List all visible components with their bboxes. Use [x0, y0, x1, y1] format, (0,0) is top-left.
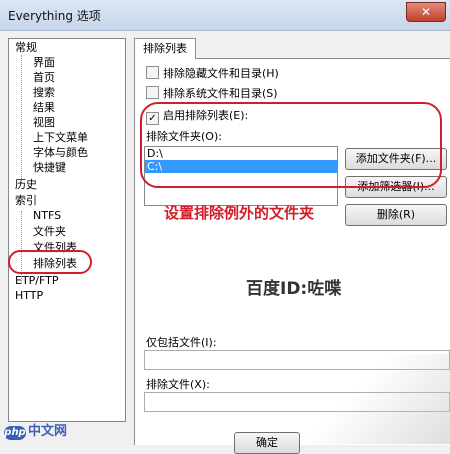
include-only-label: 仅包括文件(I):	[146, 336, 217, 349]
exclude-system-checkbox[interactable]	[146, 86, 159, 99]
php-logo-icon: php	[4, 426, 26, 440]
tree-item-index[interactable]: 索引	[15, 194, 37, 208]
exclude-files-label: 排除文件(X):	[146, 378, 210, 391]
exclude-hidden-checkbox[interactable]	[146, 66, 159, 79]
tree-item-hotkeys[interactable]: 快捷键	[33, 161, 66, 175]
close-icon: ✕	[420, 5, 432, 19]
tree-item-history[interactable]: 历史	[15, 178, 37, 192]
exclude-hidden-label: 排除隐藏文件和目录(H)	[163, 67, 279, 80]
tree-item-view[interactable]: 视图	[33, 116, 55, 130]
tab-exclude-list[interactable]: 排除列表	[134, 38, 196, 59]
annotation-credit: 百度ID:咗喋	[246, 279, 342, 299]
tree-item-fonts-colors[interactable]: 字体与颜色	[33, 146, 88, 160]
delete-button[interactable]: 删除(R)	[345, 204, 447, 226]
tree-item-search[interactable]: 搜索	[33, 86, 55, 100]
watermark: php 中文网	[4, 420, 74, 440]
highlight-circle-list	[140, 102, 442, 188]
highlight-circle-tree	[8, 250, 92, 274]
close-button[interactable]: ✕	[406, 2, 446, 22]
tree-item-http[interactable]: HTTP	[15, 289, 43, 303]
title-bar: Everything 选项 ✕	[0, 0, 450, 31]
tree-item-context-menu[interactable]: 上下文菜单	[33, 131, 88, 145]
tree-item-etp-ftp[interactable]: ETP/FTP	[15, 274, 59, 288]
corner-shadow	[290, 354, 450, 444]
window-title: Everything 选项	[8, 9, 101, 23]
exclude-system-option[interactable]: 排除系统文件和目录(S)	[146, 86, 278, 102]
watermark-text: 中文网	[28, 424, 68, 439]
tree-item-interface[interactable]: 界面	[33, 56, 55, 70]
annotation-note: 设置排除例外的文件夹	[164, 204, 315, 222]
tree-item-folders[interactable]: 文件夹	[33, 225, 66, 239]
tree-item-ntfs[interactable]: NTFS	[33, 209, 61, 223]
tree-item-home[interactable]: 首页	[33, 71, 55, 85]
tree-connector	[21, 55, 22, 183]
options-tree: 常规 界面 首页 搜索 结果 视图 上下文菜单 字体与颜色 快捷键 历史 索引 …	[8, 38, 126, 422]
exclude-system-label: 排除系统文件和目录(S)	[163, 87, 278, 100]
tree-item-general[interactable]: 常规	[15, 41, 37, 55]
tree-item-results[interactable]: 结果	[33, 101, 55, 115]
exclude-hidden-option[interactable]: 排除隐藏文件和目录(H)	[146, 66, 279, 82]
